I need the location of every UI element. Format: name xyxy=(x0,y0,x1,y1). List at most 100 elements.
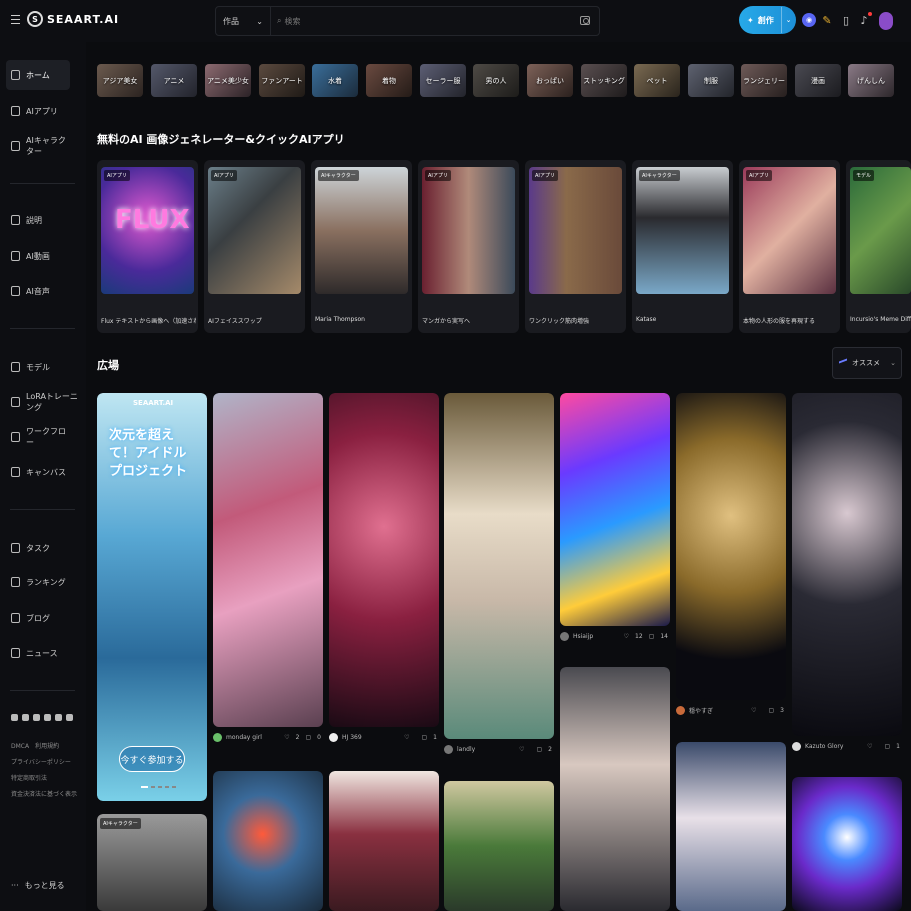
sidebar-item-lora[interactable]: LoRAトレーニング xyxy=(6,387,80,417)
card-user[interactable]: Hsiaijp xyxy=(573,633,593,640)
youtube-icon[interactable] xyxy=(66,714,73,721)
like-icon[interactable]: ♡ xyxy=(624,633,629,640)
sidebar-item-home[interactable]: ホーム xyxy=(6,60,70,90)
app-card[interactable]: AIキャラクター Maria Thompson xyxy=(311,160,412,333)
avatar[interactable] xyxy=(879,12,893,30)
artwork-card[interactable]: Hsiaijp ♡ 12 ▢ 14 xyxy=(560,393,670,647)
facebook-icon[interactable] xyxy=(44,714,51,721)
discord-icon[interactable] xyxy=(11,714,18,721)
chevron-down-icon: ⌄ xyxy=(890,359,896,367)
bell-icon[interactable]: ♪ xyxy=(856,11,872,29)
sidebar-item-workflow[interactable]: ワークフロー xyxy=(6,422,70,452)
sidebar-item-ai-apps[interactable]: AIアプリ xyxy=(6,96,70,126)
ad-banner[interactable]: SEAART.AI 次元を超えて！アイドルプロジェクト 今すぐ参加する xyxy=(97,393,207,801)
category-chip[interactable]: ファンアート xyxy=(259,64,305,97)
app-card[interactable]: AIアプリ ワンクリック筋肉増強 xyxy=(525,160,626,333)
sidebar-item-explain[interactable]: 説明 xyxy=(6,205,70,235)
footer-link-privacy[interactable]: プライバシーポリシー xyxy=(11,757,71,766)
category-chip[interactable]: 着物 xyxy=(366,64,412,97)
avatar[interactable] xyxy=(560,631,569,641)
category-chip[interactable]: アニメ美少女 xyxy=(205,64,251,97)
tiktok-icon[interactable] xyxy=(55,714,62,721)
search-input[interactable]: ⌕ 検索 xyxy=(271,16,599,27)
x-icon[interactable] xyxy=(22,714,29,721)
app-card[interactable]: AIキャラクター Katase xyxy=(632,160,733,333)
avatar[interactable] xyxy=(444,744,453,754)
pen-icon[interactable]: ✎ xyxy=(819,11,835,29)
sidebar-item-ai-video[interactable]: AI動画 xyxy=(6,241,70,271)
more-button[interactable]: ··· もっと見る xyxy=(11,880,65,891)
character-card[interactable]: AIキャラクター xyxy=(97,814,207,911)
sidebar-item-canvas[interactable]: キャンバス xyxy=(6,457,70,487)
menu-icon[interactable] xyxy=(11,15,20,24)
artwork-card[interactable] xyxy=(676,742,786,911)
artwork-card[interactable]: landly ♡ ▢ 2 xyxy=(444,393,554,760)
comment-icon[interactable]: ▢ xyxy=(649,633,655,640)
like-icon[interactable]: ♡ xyxy=(404,734,409,741)
app-card[interactable]: FLUX AIアプリ Flux テキストから画像へ（加速された） xyxy=(97,160,198,333)
sidebar-item-ranking[interactable]: ランキング xyxy=(6,567,70,597)
comment-icon[interactable]: ▢ xyxy=(537,746,543,753)
app-card[interactable]: モデル Incursio's Meme Diffusion xyxy=(846,160,911,333)
category-chip[interactable]: 水着 xyxy=(312,64,358,97)
footer-link-payment[interactable]: 資金決済法に基づく表示 xyxy=(11,789,77,798)
comment-icon[interactable]: ▢ xyxy=(885,743,891,750)
card-user[interactable]: monday girl xyxy=(226,734,262,741)
search-type-select[interactable]: 作品 ⌄ xyxy=(216,7,271,35)
create-dropdown-icon[interactable]: ⌄ xyxy=(781,7,795,33)
footer-link-dmca[interactable]: DMCA 利用規約 xyxy=(11,741,59,750)
category-chip[interactable]: 制服 xyxy=(688,64,734,97)
avatar[interactable] xyxy=(329,732,338,742)
artwork-card[interactable]: 穏やすぎ ♡ ▢ 3 xyxy=(676,393,786,721)
category-chip[interactable]: げんしん xyxy=(848,64,894,97)
category-chip[interactable]: セーラー服 xyxy=(420,64,466,97)
category-chip[interactable]: ペット xyxy=(634,64,680,97)
card-user[interactable]: Kazuto Glory xyxy=(805,743,843,750)
image-search-icon[interactable] xyxy=(580,16,590,25)
logo[interactable]: S SEAART.AI xyxy=(27,11,119,27)
artwork-card[interactable]: HJ 369 ♡ ▢ 1 xyxy=(329,393,439,748)
like-icon[interactable]: ♡ xyxy=(867,743,872,750)
like-icon[interactable]: ♡ xyxy=(519,746,524,753)
artwork-card[interactable] xyxy=(329,771,439,911)
sidebar-item-task[interactable]: タスク xyxy=(6,533,70,563)
discord-icon[interactable]: ◉ xyxy=(802,13,816,27)
comment-icon[interactable]: ▢ xyxy=(422,734,428,741)
sort-dropdown[interactable]: オススメ ⌄ xyxy=(832,347,902,379)
category-chip[interactable]: 漫画 xyxy=(795,64,841,97)
category-chip[interactable]: アジア美女 xyxy=(97,64,143,97)
card-user[interactable]: 穏やすぎ xyxy=(689,706,713,715)
artwork-card[interactable]: Kazuto Glory ♡ ▢ 1 xyxy=(792,393,902,757)
sidebar-item-news[interactable]: ニュース xyxy=(6,638,70,668)
category-chip[interactable]: おっぱい xyxy=(527,64,573,97)
card-user[interactable]: HJ 369 xyxy=(342,734,362,741)
comment-icon[interactable]: ▢ xyxy=(769,707,775,714)
sidebar-item-ai-character[interactable]: AIキャラクター xyxy=(6,131,70,161)
artwork-card[interactable] xyxy=(444,781,554,911)
category-chip[interactable]: 男の人 xyxy=(473,64,519,97)
app-card[interactable]: AIアプリ AIフェイススワップ xyxy=(204,160,305,333)
category-chip[interactable]: ランジェリー xyxy=(741,64,787,97)
comment-icon[interactable]: ▢ xyxy=(306,734,312,741)
artwork-card[interactable]: monday girl ♡ 2 ▢ 0 xyxy=(213,393,323,748)
app-card[interactable]: AIアプリ 本物の人形の服を再現する xyxy=(739,160,840,333)
instagram-icon[interactable] xyxy=(33,714,40,721)
avatar[interactable] xyxy=(792,741,801,751)
avatar[interactable] xyxy=(676,705,685,715)
artwork-card[interactable] xyxy=(213,771,323,911)
footer-link-commerce[interactable]: 特定商取引法 xyxy=(11,773,47,782)
like-icon[interactable]: ♡ xyxy=(751,707,756,714)
join-now-button[interactable]: 今すぐ参加する xyxy=(119,746,185,772)
app-card[interactable]: AIアプリ マンガから実写へ xyxy=(418,160,519,333)
sidebar-item-model[interactable]: モデル xyxy=(6,352,70,382)
category-chip[interactable]: アニメ xyxy=(151,64,197,97)
artwork-card[interactable] xyxy=(792,777,902,911)
card-user[interactable]: landly xyxy=(457,746,475,753)
sidebar-item-ai-audio[interactable]: AI音声 xyxy=(6,276,70,306)
avatar[interactable] xyxy=(213,732,222,742)
category-chip[interactable]: ストッキング xyxy=(581,64,627,97)
like-icon[interactable]: ♡ xyxy=(284,734,289,741)
artwork-card[interactable] xyxy=(560,667,670,911)
sidebar-item-blog[interactable]: ブログ xyxy=(6,603,70,633)
phone-icon[interactable]: ▯ xyxy=(838,11,854,29)
